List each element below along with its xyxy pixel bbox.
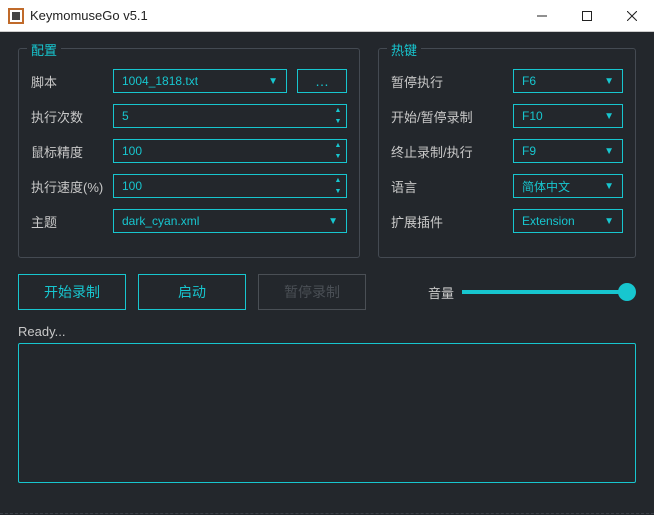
stop-rec-exec-label: 终止录制/执行 <box>391 142 491 161</box>
language-label: 语言 <box>391 177 491 196</box>
start-pause-rec-label: 开始/暂停录制 <box>391 107 491 126</box>
spin-down-icon[interactable]: ▼ <box>330 186 346 197</box>
action-row: 开始录制 启动 暂停录制 音量 <box>18 274 636 310</box>
theme-combo[interactable]: dark_cyan.xml ▼ <box>113 209 347 233</box>
hotkeys-legend: 热键 <box>387 40 421 59</box>
config-legend: 配置 <box>27 40 61 59</box>
mouse-precision-input[interactable]: 100 ▲▼ <box>113 139 347 163</box>
start-pause-rec-combo[interactable]: F10 ▼ <box>513 104 623 128</box>
chevron-down-icon: ▼ <box>604 216 614 227</box>
exec-speed-label: 执行速度(%) <box>31 177 113 196</box>
titlebar: KeymomuseGo v5.1 <box>0 0 654 32</box>
script-combo[interactable]: 1004_1818.txt ▼ <box>113 69 287 93</box>
language-combo[interactable]: 简体中文 ▼ <box>513 174 623 198</box>
chevron-down-icon: ▼ <box>604 146 614 157</box>
log-textarea[interactable] <box>18 343 636 483</box>
app-icon <box>8 8 24 24</box>
theme-label: 主题 <box>31 212 113 231</box>
chevron-down-icon: ▼ <box>328 216 338 227</box>
window-controls <box>519 0 654 32</box>
script-label: 脚本 <box>31 72 113 91</box>
exec-speed-input[interactable]: 100 ▲▼ <box>113 174 347 198</box>
slider-thumb[interactable] <box>618 283 636 301</box>
spin-down-icon[interactable]: ▼ <box>330 116 346 127</box>
chevron-down-icon: ▼ <box>604 181 614 192</box>
pause-exec-combo[interactable]: F6 ▼ <box>513 69 623 93</box>
chevron-down-icon: ▼ <box>604 76 614 87</box>
volume-label: 音量 <box>428 283 454 302</box>
minimize-button[interactable] <box>519 0 564 32</box>
chevron-down-icon: ▼ <box>604 111 614 122</box>
start-button[interactable]: 启动 <box>138 274 246 310</box>
content-area: 配置 脚本 1004_1818.txt ▼ … 执行次数 5 ▲▼ <box>0 32 654 515</box>
spin-down-icon[interactable]: ▼ <box>330 151 346 162</box>
hotkeys-panel: 热键 暂停执行 F6 ▼ 开始/暂停录制 F10 ▼ 终止录制/执行 F9 <box>378 48 636 258</box>
pause-exec-label: 暂停执行 <box>391 72 491 91</box>
mouse-precision-label: 鼠标精度 <box>31 142 113 161</box>
exec-count-label: 执行次数 <box>31 107 113 126</box>
window-title: KeymomuseGo v5.1 <box>30 8 519 23</box>
config-panel: 配置 脚本 1004_1818.txt ▼ … 执行次数 5 ▲▼ <box>18 48 360 258</box>
spin-up-icon[interactable]: ▲ <box>330 175 346 186</box>
maximize-button[interactable] <box>564 0 609 32</box>
spin-up-icon[interactable]: ▲ <box>330 140 346 151</box>
pause-record-button: 暂停录制 <box>258 274 366 310</box>
browse-button[interactable]: … <box>297 69 347 93</box>
chevron-down-icon: ▼ <box>268 76 278 87</box>
extension-label: 扩展插件 <box>391 212 491 231</box>
start-record-button[interactable]: 开始录制 <box>18 274 126 310</box>
status-text: Ready... <box>18 324 636 339</box>
exec-count-input[interactable]: 5 ▲▼ <box>113 104 347 128</box>
stop-rec-exec-combo[interactable]: F9 ▼ <box>513 139 623 163</box>
script-value: 1004_1818.txt <box>122 74 198 88</box>
extension-combo[interactable]: Extension ▼ <box>513 209 623 233</box>
volume-slider[interactable] <box>462 290 630 294</box>
spin-up-icon[interactable]: ▲ <box>330 105 346 116</box>
close-button[interactable] <box>609 0 654 32</box>
